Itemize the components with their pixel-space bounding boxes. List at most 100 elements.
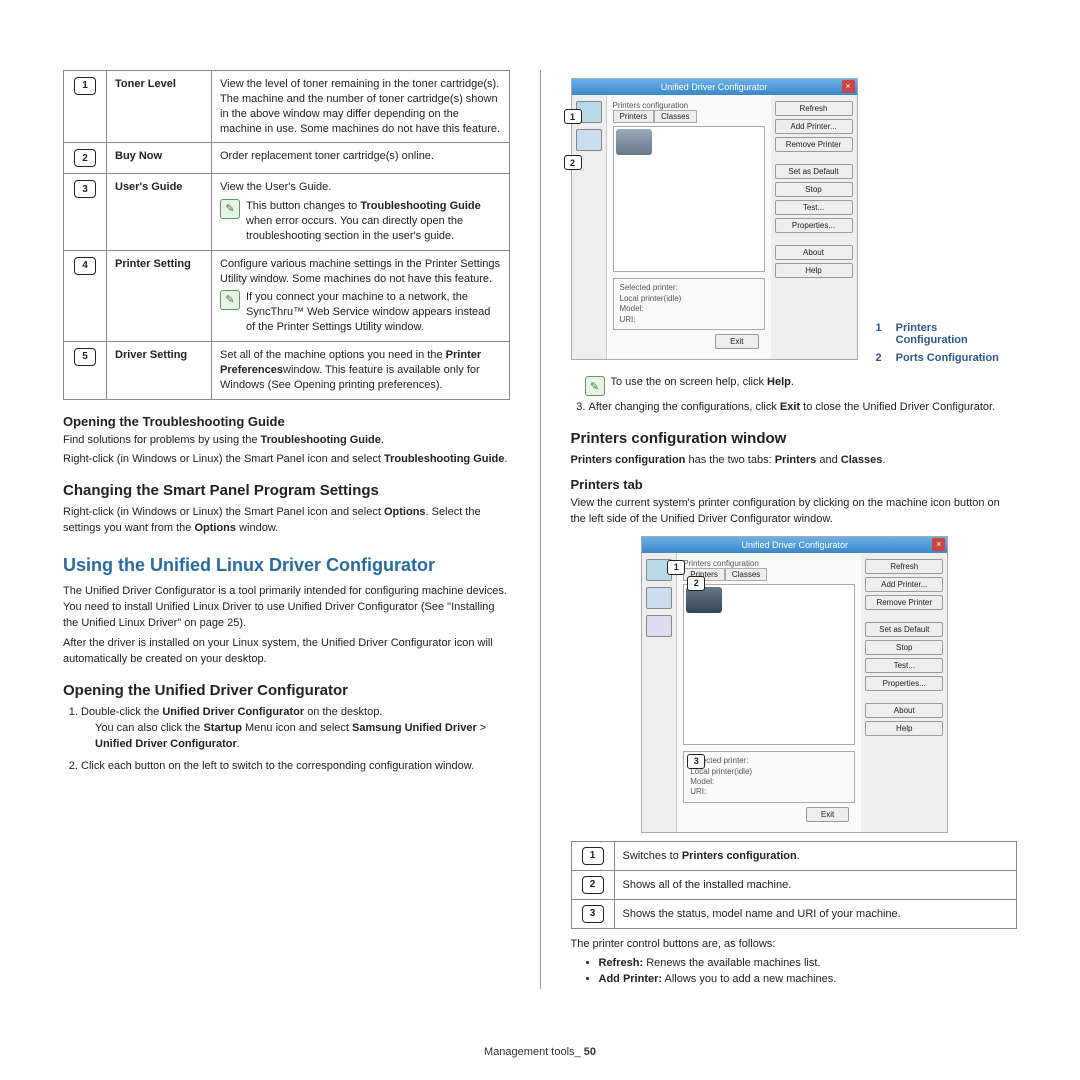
stop-button[interactable]: Stop bbox=[865, 640, 943, 655]
row-desc: Configure various machine settings in th… bbox=[212, 250, 510, 341]
callout-1: 1 bbox=[74, 77, 96, 95]
paragraph: Printers configuration has the two tabs:… bbox=[571, 453, 1018, 469]
callout-2: 2 bbox=[74, 149, 96, 167]
table-row: 4 Printer Setting Configure various mach… bbox=[64, 250, 510, 341]
refresh-button[interactable]: Refresh bbox=[865, 559, 943, 574]
paragraph: The Unified Driver Configurator is a too… bbox=[63, 584, 510, 632]
tab-classes[interactable]: Classes bbox=[654, 110, 696, 123]
row-label: Buy Now bbox=[107, 143, 212, 174]
heading-changing-smart-panel: Changing the Smart Panel Program Setting… bbox=[63, 482, 510, 499]
ports-config-icon[interactable] bbox=[576, 129, 602, 151]
list-item: After changing the configurations, click… bbox=[589, 400, 1018, 416]
exit-button[interactable]: Exit bbox=[806, 807, 849, 822]
row-label: User's Guide bbox=[107, 174, 212, 250]
left-icon-panel bbox=[642, 553, 676, 832]
window-titlebar: Unified Driver Configurator× bbox=[572, 79, 857, 95]
ordered-list: Double-click the Unified Driver Configur… bbox=[63, 705, 510, 775]
tab-classes[interactable]: Classes bbox=[725, 568, 767, 581]
ss-callout-1: 1 bbox=[564, 109, 582, 124]
callout-5: 5 bbox=[74, 348, 96, 366]
properties-button[interactable]: Properties... bbox=[775, 218, 853, 233]
table-row: 1Switches to Printers configuration. bbox=[571, 841, 1017, 870]
row-desc: Order replacement toner cartridge(s) onl… bbox=[212, 143, 510, 174]
callout-4: 4 bbox=[74, 257, 96, 275]
callout-table-2: 1Switches to Printers configuration. 2Sh… bbox=[571, 841, 1018, 929]
table-row: 1 Toner Level View the level of toner re… bbox=[64, 71, 510, 143]
heading-using-unified: Using the Unified Linux Driver Configura… bbox=[63, 555, 510, 576]
table-row: 3Shows the status, model name and URI of… bbox=[571, 899, 1017, 928]
page: 1 Toner Level View the level of toner re… bbox=[0, 0, 1080, 1080]
row-desc: View the User's Guide. ✎This button chan… bbox=[212, 174, 510, 250]
note-icon: ✎ bbox=[585, 376, 605, 396]
remove-printer-button[interactable]: Remove Printer bbox=[775, 137, 853, 152]
help-note: To use the on screen help, click Help. bbox=[611, 376, 794, 396]
close-icon[interactable]: × bbox=[842, 80, 855, 93]
row-label: Driver Setting bbox=[107, 341, 212, 399]
ss-callout-1: 1 bbox=[667, 560, 685, 575]
smart-panel-table: 1 Toner Level View the level of toner re… bbox=[63, 70, 510, 400]
row-desc: Set all of the machine options you need … bbox=[212, 341, 510, 399]
selected-printer-box: Selected printer: Local printer(idle) Mo… bbox=[613, 278, 765, 330]
row-desc: View the level of toner remaining in the… bbox=[212, 71, 510, 143]
callout-1: 1 bbox=[582, 847, 604, 865]
close-icon[interactable]: × bbox=[932, 538, 945, 551]
test-button[interactable]: Test... bbox=[775, 200, 853, 215]
printer-list[interactable] bbox=[613, 126, 765, 272]
remove-printer-button[interactable]: Remove Printer bbox=[865, 595, 943, 610]
help-button[interactable]: Help bbox=[865, 721, 943, 736]
window-titlebar: Unified Driver Configurator× bbox=[642, 537, 947, 553]
heading-opening-troubleshooting: Opening the Troubleshooting Guide bbox=[63, 414, 510, 429]
list-item: Double-click the Unified Driver Configur… bbox=[81, 705, 510, 753]
page-footer: Management tools_ 50 bbox=[0, 1046, 1080, 1058]
about-button[interactable]: About bbox=[775, 245, 853, 260]
ss-callout-2: 2 bbox=[687, 576, 705, 591]
test-button[interactable]: Test... bbox=[865, 658, 943, 673]
table-row: 3 User's Guide View the User's Guide. ✎T… bbox=[64, 174, 510, 250]
selected-printer-box: Selected printer: Local printer(idle) Mo… bbox=[683, 751, 855, 803]
callout-3: 3 bbox=[74, 180, 96, 198]
heading-printers-config-window: Printers configuration window bbox=[571, 430, 1018, 447]
printer-icon bbox=[616, 129, 652, 155]
ss-callout-3: 3 bbox=[687, 754, 705, 769]
callout-3: 3 bbox=[582, 905, 604, 923]
list-item: Add Printer: Allows you to add a new mac… bbox=[599, 973, 1018, 985]
add-printer-button[interactable]: Add Printer... bbox=[865, 577, 943, 592]
left-column: 1 Toner Level View the level of toner re… bbox=[63, 70, 510, 989]
button-column: Refresh Add Printer... Remove Printer Se… bbox=[861, 553, 947, 832]
paragraph: Right-click (in Windows or Linux) the Sm… bbox=[63, 452, 510, 468]
set-default-button[interactable]: Set as Default bbox=[775, 164, 853, 179]
screenshot-legend-1: 1Printers Configuration 2Ports Configura… bbox=[868, 318, 1018, 368]
paragraph: After the driver is installed on your Li… bbox=[63, 636, 510, 668]
refresh-button[interactable]: Refresh bbox=[775, 101, 853, 116]
paragraph: View the current system's printer config… bbox=[571, 496, 1018, 528]
paragraph: Find solutions for problems by using the… bbox=[63, 433, 510, 449]
heading-opening-unified: Opening the Unified Driver Configurator bbox=[63, 682, 510, 699]
paragraph: Right-click (in Windows or Linux) the Sm… bbox=[63, 505, 510, 537]
ss-callout-2: 2 bbox=[564, 155, 582, 170]
printer-list[interactable] bbox=[683, 584, 855, 745]
stop-button[interactable]: Stop bbox=[775, 182, 853, 197]
note-icon: ✎ bbox=[220, 199, 240, 219]
row-label: Printer Setting bbox=[107, 250, 212, 341]
callout-2: 2 bbox=[582, 876, 604, 894]
about-button[interactable]: About bbox=[865, 703, 943, 718]
heading-printers-tab: Printers tab bbox=[571, 477, 1018, 492]
set-default-button[interactable]: Set as Default bbox=[865, 622, 943, 637]
two-column-layout: 1 Toner Level View the level of toner re… bbox=[63, 70, 1017, 989]
table-row: 2Shows all of the installed machine. bbox=[571, 870, 1017, 899]
ordered-list-continue: After changing the configurations, click… bbox=[571, 400, 1018, 416]
ports-config-icon[interactable] bbox=[646, 615, 672, 637]
column-divider bbox=[540, 70, 541, 989]
table-row: 2 Buy Now Order replacement toner cartri… bbox=[64, 143, 510, 174]
add-printer-button[interactable]: Add Printer... bbox=[775, 119, 853, 134]
left-icon-panel bbox=[572, 95, 606, 359]
scanners-icon[interactable] bbox=[646, 587, 672, 609]
row-label: Toner Level bbox=[107, 71, 212, 143]
exit-button[interactable]: Exit bbox=[715, 334, 758, 349]
bullet-list: Refresh: Renews the available machines l… bbox=[571, 957, 1018, 985]
tab-printers[interactable]: Printers bbox=[613, 110, 655, 123]
paragraph: The printer control buttons are, as foll… bbox=[571, 937, 1018, 953]
list-item: Click each button on the left to switch … bbox=[81, 759, 510, 775]
properties-button[interactable]: Properties... bbox=[865, 676, 943, 691]
help-button[interactable]: Help bbox=[775, 263, 853, 278]
